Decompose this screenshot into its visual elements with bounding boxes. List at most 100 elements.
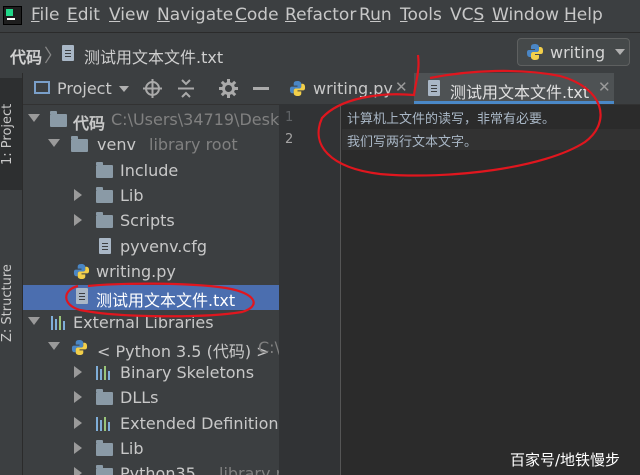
line-number: 1 (285, 110, 294, 125)
chevron-down-icon (615, 49, 625, 55)
tree-item-python35[interactable]: Python35 library root (23, 462, 279, 475)
menu-navigate[interactable]: Navigate (157, 5, 233, 25)
library-icon (51, 316, 67, 330)
tree-item-hint: library root (219, 464, 279, 475)
expanded-arrow-icon[interactable] (28, 317, 40, 325)
menu-refactor[interactable]: Refactor (285, 5, 356, 25)
expanded-arrow-icon[interactable] (28, 114, 40, 122)
menu-file[interactable]: File (31, 5, 59, 25)
menu-help[interactable]: Help (564, 5, 603, 25)
folder-icon (96, 187, 113, 203)
watermark: 百家号/地铁慢步 (510, 451, 621, 469)
breadcrumb-file[interactable]: 测试用文本文件.txt (84, 44, 223, 68)
tree-item-python-sdk[interactable]: < Python 3.5 (代码) > C:\ (23, 336, 279, 361)
python-file-icon (73, 263, 90, 280)
menu-run[interactable]: Run (359, 5, 392, 25)
python-icon (527, 44, 543, 60)
text-file-icon (99, 238, 111, 254)
collapsed-arrow-icon[interactable] (74, 366, 82, 378)
tree-item-label: Scripts (120, 211, 175, 230)
tree-item-label: 测试用文本文件.txt (96, 291, 236, 310)
collapsed-arrow-icon[interactable] (74, 189, 82, 201)
breadcrumb-folder[interactable]: 代码 (10, 44, 42, 68)
menu-vcs[interactable]: VCS (450, 5, 484, 25)
tree-item-label: Lib (120, 186, 144, 205)
run-configuration-label: writing (550, 43, 606, 62)
tree-item-binary-skeletons[interactable]: Binary Skeletons (23, 361, 279, 386)
close-icon[interactable]: ✕ (395, 78, 408, 96)
python-file-icon (289, 80, 306, 97)
tab-project[interactable]: 1: Project (0, 81, 22, 187)
tree-item-text-file-selected[interactable]: 测试用文本文件.txt (23, 285, 279, 310)
folder-icon (96, 440, 113, 456)
code-line: 我们写两行文本文字。 (347, 135, 478, 150)
code-line: 计算机上文件的读写，非常有必要。 (347, 112, 556, 127)
collapsed-arrow-icon[interactable] (74, 467, 82, 475)
collapsed-arrow-icon[interactable] (74, 391, 82, 403)
folder-icon (50, 111, 67, 127)
gear-icon[interactable] (219, 79, 238, 98)
tree-item-dlls[interactable]: DLLs (23, 386, 279, 411)
text-file-icon (428, 80, 440, 96)
editor-gutter: 1 2 (279, 104, 341, 475)
tree-item-writing-py[interactable]: writing.py (23, 260, 279, 285)
tree-item-project-root[interactable]: 代码 C:\Users\34719\Deskto (23, 108, 279, 133)
tree-item-pyvenv-cfg[interactable]: pyvenv.cfg (23, 235, 279, 260)
folder-icon (96, 162, 113, 178)
menu-tools[interactable]: Tools (400, 5, 442, 25)
tree-item-lib[interactable]: Lib (23, 184, 279, 209)
menu-view[interactable]: View (109, 5, 149, 25)
menu-bar: File Edit View Navigate Code Refactor Ru… (0, 0, 640, 32)
tree-item-path: C:\ (258, 338, 279, 357)
tree-item-label: < Python 3.5 (代码) > (97, 342, 270, 361)
tree-item-label: Lib (120, 439, 144, 458)
tree-item-label: writing.py (96, 262, 176, 281)
tab-text-file-active[interactable]: 测试用文本文件.txt ✕ (414, 73, 614, 104)
tree-item-extended-definitions[interactable]: Extended Definitions (23, 412, 279, 437)
tab-writing-py[interactable]: writing.py ✕ (279, 73, 413, 104)
project-panel: Project 代码 C:\Users\34719\Deskto venv li… (23, 73, 279, 475)
tree-item-scripts[interactable]: Scripts (23, 209, 279, 234)
menu-window[interactable]: Window (492, 5, 559, 25)
app-icon (3, 6, 22, 25)
tree-item-label: Include (120, 161, 179, 180)
library-icon (96, 417, 112, 431)
collapsed-arrow-icon[interactable] (74, 214, 82, 226)
collapse-all-icon[interactable] (177, 79, 195, 98)
close-icon[interactable]: ✕ (598, 78, 611, 96)
tab-structure[interactable]: Z: Structure (0, 253, 22, 353)
tab-label: 测试用文本文件.txt (450, 83, 590, 102)
collapsed-arrow-icon[interactable] (74, 417, 82, 429)
hide-panel-icon[interactable] (253, 87, 269, 90)
project-view-icon (34, 81, 50, 94)
tree-item-label: pyvenv.cfg (120, 237, 207, 256)
tree-item-label: venv (97, 135, 136, 154)
python-icon (71, 339, 88, 356)
tree-item-label: Binary Skeletons (120, 363, 255, 382)
run-configuration-select[interactable]: writing (517, 38, 630, 66)
library-icon (96, 366, 112, 380)
text-file-icon (76, 288, 88, 304)
chevron-down-icon[interactable] (119, 86, 129, 93)
tree-item-label: 代码 (73, 114, 106, 133)
locate-file-icon[interactable] (143, 79, 162, 98)
tree-item-include[interactable]: Include (23, 159, 279, 184)
tree-item-venv[interactable]: venv library root (23, 133, 279, 158)
tree-item-path: C:\Users\34719\Deskto (111, 110, 279, 129)
breadcrumb-separator: 〉 (44, 46, 62, 67)
menu-edit[interactable]: Edit (67, 5, 100, 25)
tab-label: writing.py (313, 79, 393, 98)
folder-icon (96, 212, 113, 228)
project-view-title[interactable]: Project (57, 79, 112, 98)
collapsed-arrow-icon[interactable] (74, 442, 82, 454)
text-file-icon (62, 45, 74, 61)
editor-tab-bar: writing.py ✕ 测试用文本文件.txt ✕ (279, 73, 640, 105)
menu-code[interactable]: Code (235, 5, 279, 25)
tree-item-label: External Libraries (73, 313, 214, 332)
tree-item-external-libraries[interactable]: External Libraries (23, 311, 279, 336)
expanded-arrow-icon[interactable] (48, 342, 60, 350)
expanded-arrow-icon[interactable] (48, 139, 60, 147)
editor-text-area[interactable] (342, 104, 640, 475)
tree-item-sdk-lib[interactable]: Lib (23, 437, 279, 462)
tree-item-label: Python35 (120, 464, 196, 475)
